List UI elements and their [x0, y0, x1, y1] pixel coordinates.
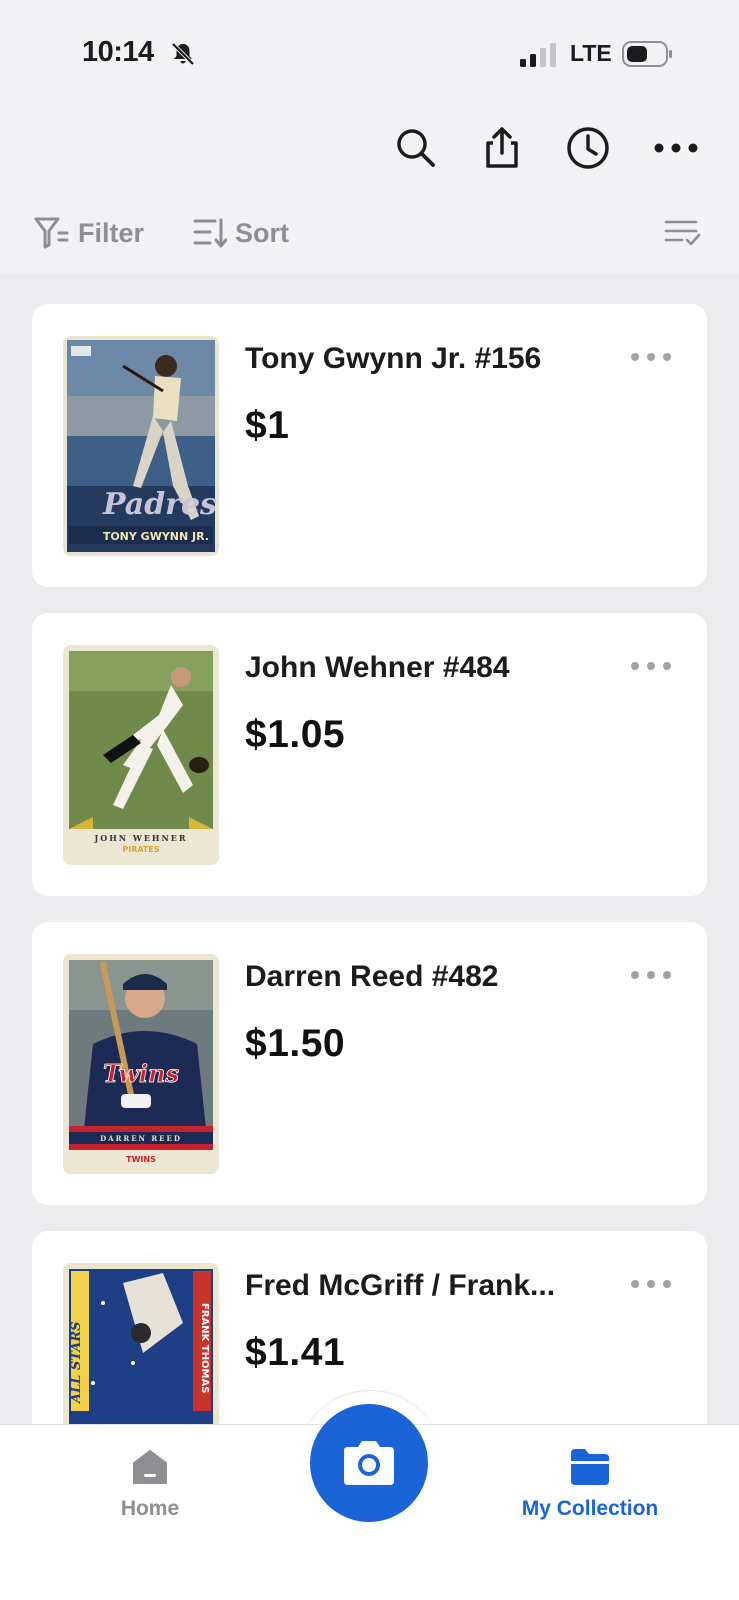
- tab-my-collection[interactable]: My Collection: [500, 1447, 680, 1521]
- battery-icon: [622, 41, 672, 67]
- sort-button[interactable]: Sort: [193, 208, 289, 258]
- card-image: JOHN WEHNER PIRATES: [63, 645, 219, 865]
- card-team-script: Padres: [102, 487, 217, 522]
- card-team-banner: TWINS: [126, 1155, 156, 1164]
- card-team-banner: ALL STARS: [69, 1321, 84, 1405]
- more-icon: [654, 143, 698, 153]
- card-player-banner: DARREN REED: [100, 1134, 182, 1143]
- camera-icon: [344, 1441, 394, 1485]
- network-label: LTE: [570, 40, 612, 66]
- card-item[interactable]: Padres TONY GWYNN JR. Tony Gwynn Jr. #15…: [32, 304, 707, 587]
- card-name: John Wehner #484: [245, 651, 510, 684]
- card-more-button[interactable]: [631, 1277, 671, 1291]
- sort-label: Sort: [235, 217, 289, 248]
- svg-text:Twins: Twins: [103, 1059, 179, 1088]
- filter-button[interactable]: Filter: [34, 208, 144, 258]
- search-button[interactable]: [386, 118, 446, 178]
- card-player-banner: JOHN WEHNER: [93, 833, 187, 843]
- tab-home-label: Home: [120, 1497, 180, 1520]
- card-more-button[interactable]: [631, 659, 671, 673]
- card-item[interactable]: Twins DARREN REED TWINS Darren Reed #482…: [32, 922, 707, 1205]
- card-price: $1: [245, 404, 290, 447]
- card-image: Padres TONY GWYNN JR.: [63, 336, 219, 556]
- card-name: Fred McGriff / Frank...: [245, 1269, 556, 1302]
- card-name: Tony Gwynn Jr. #156: [245, 342, 542, 375]
- status-time: 10:14: [82, 36, 154, 68]
- card-price: $1.50: [245, 1022, 346, 1065]
- share-icon: [486, 127, 518, 168]
- home-icon: [133, 1450, 167, 1484]
- sort-icon: [193, 218, 227, 248]
- share-button[interactable]: [472, 118, 532, 178]
- card-name: Darren Reed #482: [245, 960, 499, 993]
- card-team-banner: PIRATES: [122, 845, 159, 854]
- card-more-button[interactable]: [631, 350, 671, 364]
- card-item[interactable]: JOHN WEHNER PIRATES John Wehner #484 $1.…: [32, 613, 707, 896]
- search-icon: [397, 129, 435, 167]
- select-mode-button[interactable]: [664, 208, 702, 258]
- scan-camera-button[interactable]: [310, 1404, 428, 1522]
- more-options-button[interactable]: [646, 118, 706, 178]
- collection-list: Padres TONY GWYNN JR. Tony Gwynn Jr. #15…: [0, 274, 739, 1424]
- card-player-banner: FRANK THOMAS: [199, 1303, 210, 1393]
- card-more-button[interactable]: [631, 968, 671, 982]
- card-image: Twins DARREN REED TWINS: [63, 954, 219, 1174]
- card-price: $1.41: [245, 1331, 346, 1374]
- status-bar: 10:14 LTE: [0, 0, 739, 100]
- card-image: FRANK THOMAS ALL STARS: [63, 1263, 219, 1424]
- history-icon: [567, 127, 609, 169]
- bell-muted-icon: [171, 42, 195, 66]
- tab-my-collection-label: My Collection: [521, 1497, 659, 1520]
- filter-sort-bar: Filter Sort: [0, 208, 739, 268]
- signal-icon: [520, 43, 556, 67]
- top-toolbar: [0, 118, 739, 178]
- filter-icon: [34, 217, 69, 249]
- filter-label: Filter: [78, 217, 145, 248]
- tab-home[interactable]: Home: [100, 1447, 200, 1521]
- folder-icon: [571, 1449, 609, 1485]
- card-player-banner: TONY GWYNN JR.: [103, 530, 209, 543]
- history-button[interactable]: [558, 118, 618, 178]
- checklist-icon: [664, 220, 701, 246]
- card-price: $1.05: [245, 713, 346, 756]
